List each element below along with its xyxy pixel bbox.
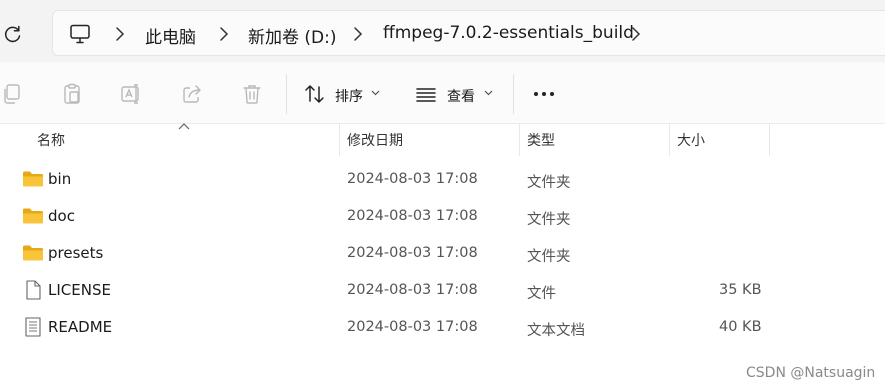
file-icon — [26, 280, 41, 300]
this-pc-icon[interactable] — [69, 24, 91, 44]
folder-icon — [23, 171, 43, 187]
toolbar-divider — [513, 74, 514, 114]
table-row[interactable]: README 2024-08-03 17:08 文本文档 40 KB — [0, 309, 885, 346]
sort-ascending-icon — [178, 123, 190, 130]
column-headers: 名称 修改日期 类型 大小 — [0, 123, 885, 156]
file-modified: 2024-08-03 17:08 — [347, 245, 478, 261]
chevron-right-icon[interactable] — [629, 26, 643, 42]
breadcrumb-item-drive[interactable]: 新加卷 (D:) — [248, 23, 337, 48]
file-type: 文件夹 — [527, 175, 571, 191]
sort-button[interactable]: 排序 — [335, 86, 363, 106]
file-size: 35 KB — [719, 282, 762, 298]
column-header-name[interactable]: 名称 — [37, 130, 65, 150]
paste-icon[interactable] — [60, 82, 84, 106]
file-modified: 2024-08-03 17:08 — [347, 319, 478, 335]
file-modified: 2024-08-03 17:08 — [347, 171, 478, 187]
sort-icon[interactable] — [303, 82, 327, 106]
command-bar: 排序 查看 — [0, 62, 885, 124]
chevron-down-icon[interactable] — [371, 90, 380, 96]
column-divider[interactable] — [519, 124, 520, 156]
refresh-icon[interactable] — [3, 24, 23, 44]
view-icon[interactable] — [414, 82, 438, 106]
breadcrumb-item-folder[interactable]: ffmpeg-7.0.2-essentials_build — [383, 23, 634, 43]
breadcrumb[interactable]: 此电脑 新加卷 (D:) ffmpeg-7.0.2-essentials_bui… — [52, 10, 885, 56]
file-modified: 2024-08-03 17:08 — [347, 282, 478, 298]
file-name[interactable]: LICENSE — [48, 281, 111, 299]
column-header-modified[interactable]: 修改日期 — [347, 130, 403, 150]
file-name[interactable]: doc — [48, 207, 75, 225]
address-bar-area: 此电脑 新加卷 (D:) ffmpeg-7.0.2-essentials_bui… — [0, 0, 885, 62]
folder-icon — [23, 245, 43, 261]
file-type: 文件夹 — [527, 249, 571, 265]
table-row[interactable]: presets 2024-08-03 17:08 文件夹 — [0, 235, 885, 272]
column-divider[interactable] — [769, 124, 770, 156]
table-row[interactable]: LICENSE 2024-08-03 17:08 文件 35 KB — [0, 272, 885, 309]
table-row[interactable]: doc 2024-08-03 17:08 文件夹 — [0, 198, 885, 235]
delete-icon[interactable] — [240, 82, 264, 106]
column-divider[interactable] — [669, 124, 670, 156]
file-name[interactable]: bin — [48, 170, 71, 188]
file-modified: 2024-08-03 17:08 — [347, 208, 478, 224]
column-divider[interactable] — [339, 124, 340, 156]
breadcrumb-item-this-pc[interactable]: 此电脑 — [145, 23, 196, 48]
folder-icon — [23, 208, 43, 224]
watermark: CSDN @Natsuagin — [746, 365, 876, 381]
text-document-icon — [25, 317, 41, 337]
file-name[interactable]: presets — [48, 244, 103, 262]
rename-icon[interactable] — [119, 82, 143, 106]
column-header-type[interactable]: 类型 — [527, 130, 555, 150]
view-button[interactable]: 查看 — [447, 86, 475, 106]
column-header-size[interactable]: 大小 — [677, 130, 705, 150]
file-type: 文件夹 — [527, 212, 571, 228]
chevron-down-icon[interactable] — [484, 90, 493, 96]
chevron-right-icon[interactable] — [351, 26, 365, 42]
chevron-right-icon[interactable] — [113, 26, 127, 42]
file-type: 文本文档 — [527, 323, 585, 339]
copy-icon[interactable] — [0, 82, 24, 106]
share-icon[interactable] — [180, 82, 204, 106]
chevron-right-icon[interactable] — [217, 26, 231, 42]
file-size: 40 KB — [719, 319, 762, 335]
toolbar-divider — [286, 74, 287, 114]
file-name[interactable]: README — [48, 318, 112, 336]
more-options-icon[interactable] — [530, 84, 558, 104]
file-type: 文件 — [527, 286, 556, 302]
table-row[interactable]: bin 2024-08-03 17:08 文件夹 — [0, 161, 885, 198]
